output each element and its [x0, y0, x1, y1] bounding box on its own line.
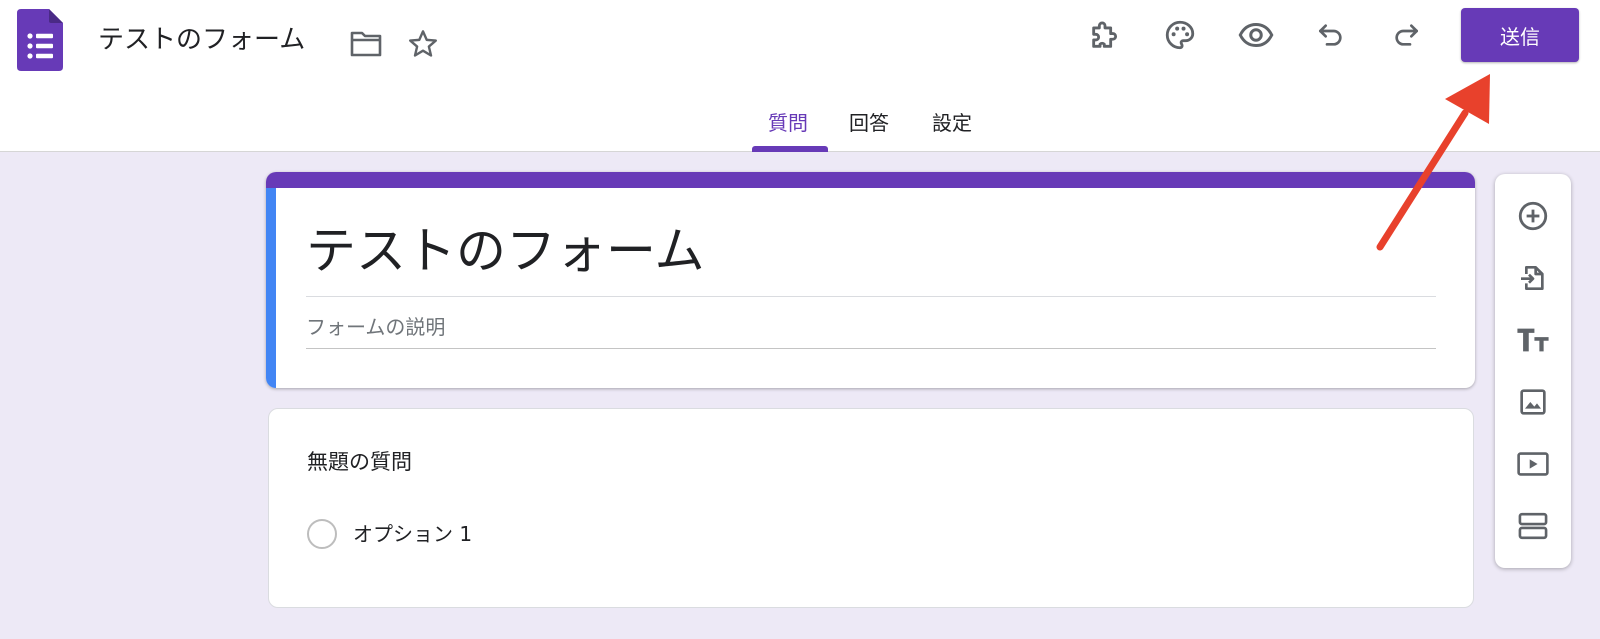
option-radio[interactable] — [307, 519, 337, 549]
form-description-input[interactable]: フォームの説明 — [306, 312, 445, 342]
title-card-accent-stripe — [266, 172, 1475, 188]
top-bar: テストのフォーム 送信 質問 回答 設定 — [0, 0, 1600, 152]
undo-button[interactable] — [1309, 13, 1353, 57]
redo-button[interactable] — [1384, 13, 1428, 57]
form-title-underline — [306, 296, 1436, 297]
send-button[interactable]: 送信 — [1461, 8, 1579, 62]
star-icon — [409, 30, 437, 57]
star-button[interactable] — [401, 22, 445, 66]
folder-button[interactable] — [344, 22, 388, 66]
add-section-icon — [1518, 512, 1548, 540]
question-card[interactable]: 無題の質問 オプション 1 — [268, 408, 1474, 608]
eye-preview-icon — [1238, 22, 1274, 48]
form-title-input[interactable]: テストのフォーム — [306, 216, 705, 286]
add-question-button[interactable] — [1511, 194, 1555, 238]
redo-icon — [1395, 24, 1418, 46]
forms-logo-icon[interactable] — [17, 9, 63, 71]
tab-bar: 質問 回答 設定 — [0, 100, 1600, 152]
addon-puzzle-icon — [1092, 21, 1117, 48]
question-title[interactable]: 無題の質問 — [307, 447, 412, 477]
undo-icon — [1319, 24, 1342, 46]
add-title-button[interactable] — [1511, 318, 1555, 362]
customize-theme-button[interactable] — [1158, 13, 1202, 57]
add-title-icon — [1517, 328, 1549, 352]
tab-responses[interactable]: 回答 — [849, 108, 889, 138]
side-toolbar — [1495, 174, 1571, 568]
title-card-focus-stripe — [266, 188, 276, 388]
addons-button[interactable] — [1083, 13, 1127, 57]
add-image-icon — [1520, 389, 1546, 415]
tab-questions[interactable]: 質問 — [768, 108, 808, 138]
import-questions-button[interactable] — [1511, 256, 1555, 300]
form-description-underline — [306, 348, 1436, 349]
preview-button[interactable] — [1234, 13, 1278, 57]
document-title[interactable]: テストのフォーム — [98, 20, 305, 60]
option-label[interactable]: オプション 1 — [353, 519, 472, 549]
folder-icon — [350, 31, 382, 57]
import-questions-icon — [1521, 266, 1544, 290]
tab-settings[interactable]: 設定 — [932, 108, 972, 138]
active-tab-indicator — [752, 146, 828, 152]
add-video-button[interactable] — [1511, 442, 1555, 486]
form-title-card[interactable]: テストのフォーム フォームの説明 — [266, 172, 1475, 388]
palette-icon — [1165, 20, 1195, 50]
add-question-icon — [1518, 201, 1548, 231]
add-video-icon — [1517, 452, 1549, 476]
add-image-button[interactable] — [1511, 380, 1555, 424]
add-section-button[interactable] — [1511, 504, 1555, 548]
